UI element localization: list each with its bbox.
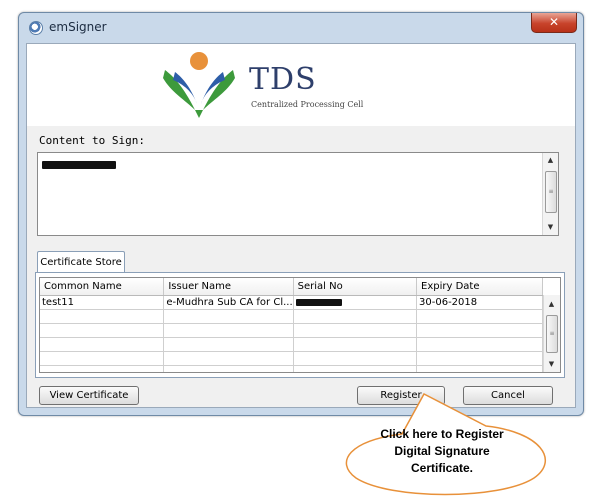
register-callout-text: Click here to Register Digital Signature… <box>352 426 532 477</box>
register-callout <box>345 392 546 496</box>
callout-line-1: Click here to Register <box>380 427 504 441</box>
callout-line-3: Certificate. <box>410 461 474 475</box>
callout-line-2: Digital Signature <box>394 444 490 458</box>
